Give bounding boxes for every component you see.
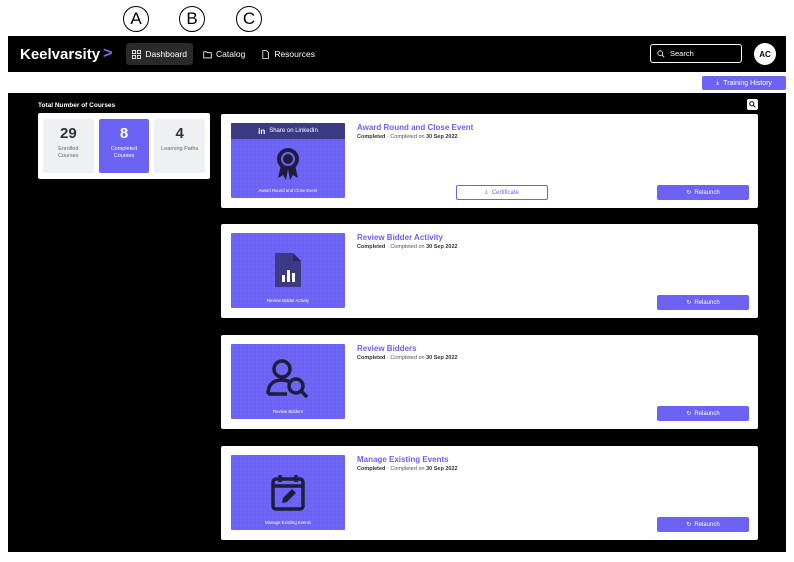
stats-title: Total Number of Courses xyxy=(38,102,116,109)
stat-value: 4 xyxy=(175,125,184,142)
user-search-icon xyxy=(266,359,309,398)
course-title[interactable]: Review Bidders xyxy=(357,344,417,353)
thumbnail-caption: Award Round and Close Event xyxy=(258,188,318,193)
completed-date: 30 Sep 2022 xyxy=(426,355,458,361)
completed-text: Completed on xyxy=(390,355,425,361)
document-chart-icon xyxy=(275,253,301,287)
search-input[interactable]: Search xyxy=(650,44,742,63)
thumbnail-caption: Review Bidder Activity xyxy=(266,298,310,303)
stat-value: 29 xyxy=(59,125,77,142)
completed-date: 30 Sep 2022 xyxy=(426,244,458,250)
relaunch-label: Relaunch xyxy=(694,521,720,528)
award-ribbon-icon xyxy=(277,148,299,180)
course-card: in Share on LinkedIn Award Round and Clo… xyxy=(221,114,758,208)
course-status: Completed · Completed on 30 Sep 2022 xyxy=(357,355,458,361)
refresh-icon: ↻ xyxy=(686,522,692,528)
search-placeholder: Search xyxy=(670,49,694,58)
search-icon xyxy=(657,49,665,57)
share-linkedin-button[interactable]: in Share on LinkedIn xyxy=(231,123,345,139)
grid-icon xyxy=(132,49,142,59)
course-card: Manage Existing Events Manage Existing E… xyxy=(221,446,758,540)
completed-date: 30 Sep 2022 xyxy=(426,134,458,140)
calendar-edit-icon xyxy=(271,475,305,511)
marker-c: C xyxy=(236,6,262,32)
course-title[interactable]: Manage Existing Events xyxy=(357,455,449,464)
nav-catalog[interactable]: Catalog xyxy=(197,43,251,65)
course-thumbnail[interactable]: Manage Existing Events xyxy=(231,455,345,530)
completed-text: Completed on xyxy=(390,466,425,472)
course-status: Completed · Completed on 30 Sep 2022 xyxy=(357,466,458,472)
nav-dashboard-label: Dashboard xyxy=(145,49,187,59)
relaunch-label: Relaunch xyxy=(694,410,720,417)
status-text: Completed xyxy=(357,466,386,472)
status-text: Completed xyxy=(357,134,386,140)
status-text: Completed xyxy=(357,244,386,250)
relaunch-button[interactable]: ↻ Relaunch xyxy=(657,295,749,310)
folder-icon xyxy=(203,50,212,58)
relaunch-button[interactable]: ↻ Relaunch xyxy=(657,185,749,200)
certificate-button[interactable]: ⤓ Certificate xyxy=(456,185,548,200)
training-history-button[interactable]: ⤓ Training History xyxy=(702,76,786,90)
nav-resources[interactable]: Resources xyxy=(255,43,321,65)
stat-enrolled-courses[interactable]: 29 Enrolled Courses xyxy=(43,119,94,173)
sub-toolbar: ⤓ Training History xyxy=(8,72,786,92)
nav-dashboard[interactable]: Dashboard xyxy=(126,43,193,65)
stat-label: Learning Paths xyxy=(161,146,199,152)
completed-date: 30 Sep 2022 xyxy=(426,466,458,472)
document-icon xyxy=(262,49,270,59)
brand-name: Keelvarsity xyxy=(20,45,101,63)
stat-label: Enrolled Courses xyxy=(58,146,79,160)
completed-text: Completed on xyxy=(390,134,425,140)
share-linkedin-label: Share on LinkedIn xyxy=(269,128,318,134)
relaunch-label: Relaunch xyxy=(694,299,720,306)
search-icon xyxy=(749,101,756,108)
app-frame: A B C Keelvarsity > Dashboard Catalog Re… xyxy=(0,0,794,562)
refresh-icon: ↻ xyxy=(686,190,692,196)
thumbnail-caption: Review Bidders xyxy=(273,409,303,414)
relaunch-button[interactable]: ↻ Relaunch xyxy=(657,406,749,421)
avatar[interactable]: AC xyxy=(754,43,776,65)
annotation-markers: A B C xyxy=(0,6,794,34)
relaunch-button[interactable]: ↻ Relaunch xyxy=(657,517,749,532)
stat-learning-paths[interactable]: 4 Learning Paths xyxy=(154,119,206,173)
nav-catalog-label: Catalog xyxy=(216,49,246,59)
course-thumbnail[interactable]: in Share on LinkedIn Award Round and Clo… xyxy=(231,123,345,198)
course-card: Review Bidder Activity Review Bidder Act… xyxy=(221,224,758,318)
thumbnail-caption: Manage Existing Events xyxy=(264,520,312,525)
certificate-label: Certificate xyxy=(491,189,519,196)
stats-card: 29 Enrolled Courses 8 Completed Courses … xyxy=(38,113,210,179)
course-thumbnail[interactable]: Review Bidders xyxy=(231,344,345,419)
course-search-button[interactable] xyxy=(747,99,758,110)
training-history-label: Training History xyxy=(723,79,772,87)
relaunch-label: Relaunch xyxy=(694,189,720,196)
course-card: Review Bidders Review Bidders Completed … xyxy=(221,335,758,429)
top-navbar: Keelvarsity > Dashboard Catalog Resource… xyxy=(8,36,786,72)
marker-b: B xyxy=(179,6,205,32)
course-status: Completed · Completed on 30 Sep 2022 xyxy=(357,244,458,250)
brand-logo[interactable]: Keelvarsity > xyxy=(20,45,112,63)
status-text: Completed xyxy=(357,355,386,361)
brand-chevron: > xyxy=(103,45,113,62)
nav-resources-label: Resources xyxy=(274,49,315,59)
refresh-icon: ↻ xyxy=(686,300,692,306)
download-icon: ⤓ xyxy=(485,189,488,195)
course-title[interactable]: Award Round and Close Event xyxy=(357,123,473,132)
download-icon: ⤓ xyxy=(716,79,720,86)
course-thumbnail[interactable]: Review Bidder Activity xyxy=(231,233,345,308)
refresh-icon: ↻ xyxy=(686,411,692,417)
main-content: Total Number of Courses 29 Enrolled Cour… xyxy=(8,93,786,552)
stat-completed-courses[interactable]: 8 Completed Courses xyxy=(98,119,150,173)
course-status: Completed · Completed on 30 Sep 2022 xyxy=(357,134,458,140)
completed-text: Completed on xyxy=(390,244,425,250)
marker-a: A xyxy=(123,6,149,32)
stat-value: 8 xyxy=(119,125,129,142)
course-title[interactable]: Review Bidder Activity xyxy=(357,233,443,242)
linkedin-icon: in xyxy=(258,126,266,136)
stat-label: Completed Courses xyxy=(110,146,138,160)
